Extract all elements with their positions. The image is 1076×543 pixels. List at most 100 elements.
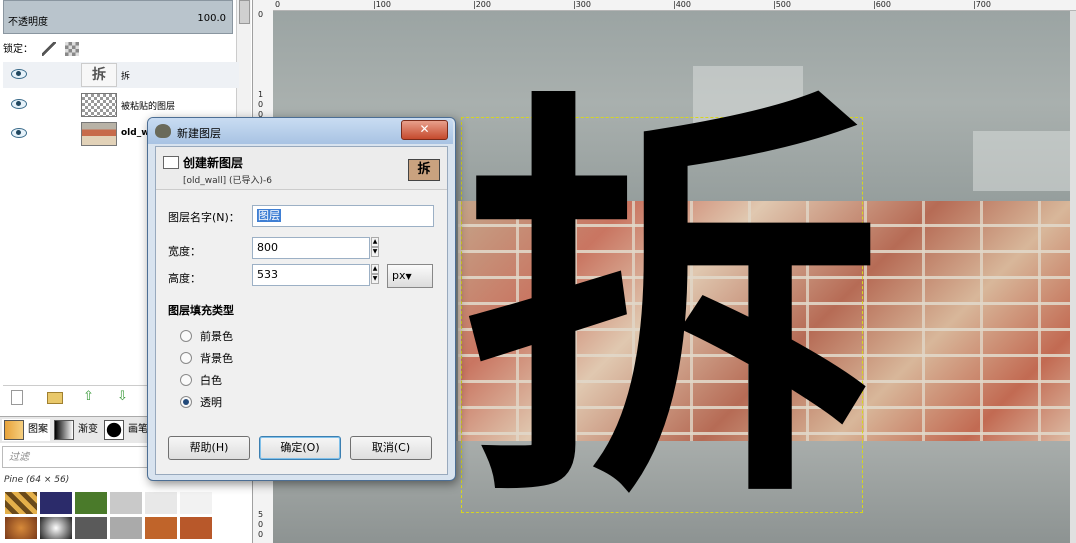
pattern-swatch[interactable] — [179, 491, 213, 515]
name-label: 图层名字(N)： — [168, 211, 240, 224]
lock-label: 锁定： — [3, 44, 33, 55]
wall-stain — [973, 131, 1073, 191]
scrollbar-thumb[interactable] — [239, 0, 250, 24]
close-button[interactable]: ✕ — [401, 120, 448, 140]
help-button[interactable]: 帮助(H) — [168, 436, 250, 460]
header-title: 创建新图层 — [183, 156, 244, 170]
ok-button[interactable]: 确定(O) — [259, 436, 341, 460]
layer-icon — [163, 156, 179, 169]
pattern-swatch[interactable] — [179, 516, 213, 540]
ruler-label: 0 — [258, 10, 264, 19]
pattern-swatch-icon — [4, 420, 24, 440]
radio-foreground[interactable] — [180, 330, 192, 342]
tab-label: 画笔 — [128, 424, 148, 435]
tab-brushes[interactable]: 画笔 — [102, 419, 148, 441]
visibility-eye-icon[interactable] — [11, 99, 27, 109]
fill-type-label: 图层填充类型 — [168, 304, 234, 317]
layer-name-input[interactable]: 图层 — [252, 205, 434, 227]
ruler-label: 0 — [258, 520, 264, 529]
pattern-swatch[interactable] — [39, 516, 73, 540]
dialog-title: 新建图层 — [177, 127, 221, 140]
ruler-label: 1 — [258, 90, 264, 99]
cancel-button[interactable]: 取消(C) — [350, 436, 432, 460]
layer-thumbnail — [81, 93, 117, 117]
layer-name: 被粘贴的图层 — [121, 102, 176, 112]
dialog-body: 创建新图层 [old_wall] (已导入)-6 拆 图层名字(N)： 图层 宽… — [155, 146, 448, 475]
filter-input[interactable]: 过滤 — [2, 446, 148, 468]
up-arrow-icon[interactable]: ▲ — [371, 264, 379, 274]
layer-name: 拆 — [121, 72, 131, 82]
image-preview: 拆 — [408, 159, 440, 181]
down-arrow-icon[interactable]: ▼ — [371, 274, 379, 284]
horizontal-ruler: 0 |100 |200 |300 |400 |500 |600 |700 — [273, 0, 1076, 11]
lower-layer-icon[interactable]: ⇩ — [117, 390, 131, 404]
current-pattern-label: Pine (64 × 56) — [4, 475, 70, 485]
radio-label: 白色 — [200, 374, 222, 387]
radio-transparent[interactable] — [180, 396, 192, 408]
canvas-scrollbar[interactable] — [1070, 11, 1076, 543]
ruler-label: |600 — [873, 0, 891, 9]
height-input[interactable]: 533 — [252, 264, 370, 286]
visibility-eye-icon[interactable] — [11, 128, 27, 138]
pattern-swatch[interactable] — [39, 491, 73, 515]
unit-select[interactable]: px▼ — [387, 264, 433, 288]
ruler-label: |500 — [773, 0, 791, 9]
height-label: 高度： — [168, 272, 201, 285]
chevron-down-icon: ▼ — [405, 272, 412, 281]
pattern-grid — [4, 491, 224, 543]
pattern-swatch[interactable] — [109, 491, 143, 515]
lock-row: 锁定： — [3, 40, 80, 56]
pattern-swatch[interactable] — [4, 491, 38, 515]
layer-group-icon[interactable] — [47, 392, 63, 404]
ruler-label: |100 — [373, 0, 391, 9]
pattern-swatch[interactable] — [109, 516, 143, 540]
raise-layer-icon[interactable]: ⇧ — [83, 390, 97, 404]
unit-value: px — [392, 269, 406, 282]
gimp-logo-icon — [155, 124, 171, 138]
radio-label: 透明 — [200, 396, 222, 409]
pattern-swatch[interactable] — [144, 491, 178, 515]
brush-swatch-icon — [104, 420, 124, 440]
pattern-swatch[interactable] — [74, 491, 108, 515]
opacity-label: 不透明度 — [8, 17, 48, 28]
width-input[interactable]: 800 — [252, 237, 370, 259]
layer-name-value: 图层 — [257, 209, 281, 222]
lock-pixels-icon[interactable] — [42, 42, 57, 56]
ruler-label: |700 — [973, 0, 991, 9]
opacity-slider[interactable]: 不透明度 100.0 — [3, 0, 233, 34]
tab-gradients[interactable]: 渐变 — [52, 419, 100, 441]
radio-background[interactable] — [180, 352, 192, 364]
lock-alpha-icon[interactable] — [65, 42, 80, 56]
ruler-label: 0 — [258, 100, 264, 109]
width-stepper[interactable]: ▲ ▼ — [371, 237, 379, 259]
visibility-eye-icon[interactable] — [11, 69, 27, 79]
header-subtitle: [old_wall] (已导入)-6 — [183, 176, 272, 186]
ruler-label: |400 — [673, 0, 691, 9]
tab-patterns[interactable]: 图案 — [2, 419, 50, 441]
tab-label: 渐变 — [78, 424, 98, 435]
ruler-label: 5 — [258, 510, 264, 519]
layer-row[interactable]: 被粘贴的图层 — [3, 92, 239, 118]
ruler-label: |300 — [573, 0, 591, 9]
dialog-header: 创建新图层 [old_wall] (已导入)-6 拆 — [156, 147, 447, 190]
new-layer-dialog: 新建图层 ✕ 创建新图层 [old_wall] (已导入)-6 拆 图层名字(N… — [147, 117, 456, 481]
dialog-titlebar[interactable]: 新建图层 ✕ — [148, 118, 453, 144]
layer-thumbnail: 拆 — [81, 63, 117, 87]
new-layer-icon[interactable] — [11, 390, 23, 405]
ruler-label: 0 — [258, 530, 264, 539]
radio-label: 背景色 — [200, 352, 233, 365]
tab-label: 图案 — [28, 424, 48, 435]
up-arrow-icon[interactable]: ▲ — [371, 237, 379, 247]
radio-label: 前景色 — [200, 330, 233, 343]
layer-row[interactable]: 拆 拆 — [3, 62, 239, 88]
height-stepper[interactable]: ▲ ▼ — [371, 264, 379, 286]
radio-white[interactable] — [180, 374, 192, 386]
text-layer-glyph: 拆 — [463, 61, 883, 543]
ruler-label: 0 — [275, 0, 281, 9]
layer-name: old_w — [121, 128, 150, 138]
ruler-label: |200 — [473, 0, 491, 9]
pattern-swatch[interactable] — [144, 516, 178, 540]
pattern-swatch[interactable] — [4, 516, 38, 540]
pattern-swatch[interactable] — [74, 516, 108, 540]
down-arrow-icon[interactable]: ▼ — [371, 247, 379, 257]
